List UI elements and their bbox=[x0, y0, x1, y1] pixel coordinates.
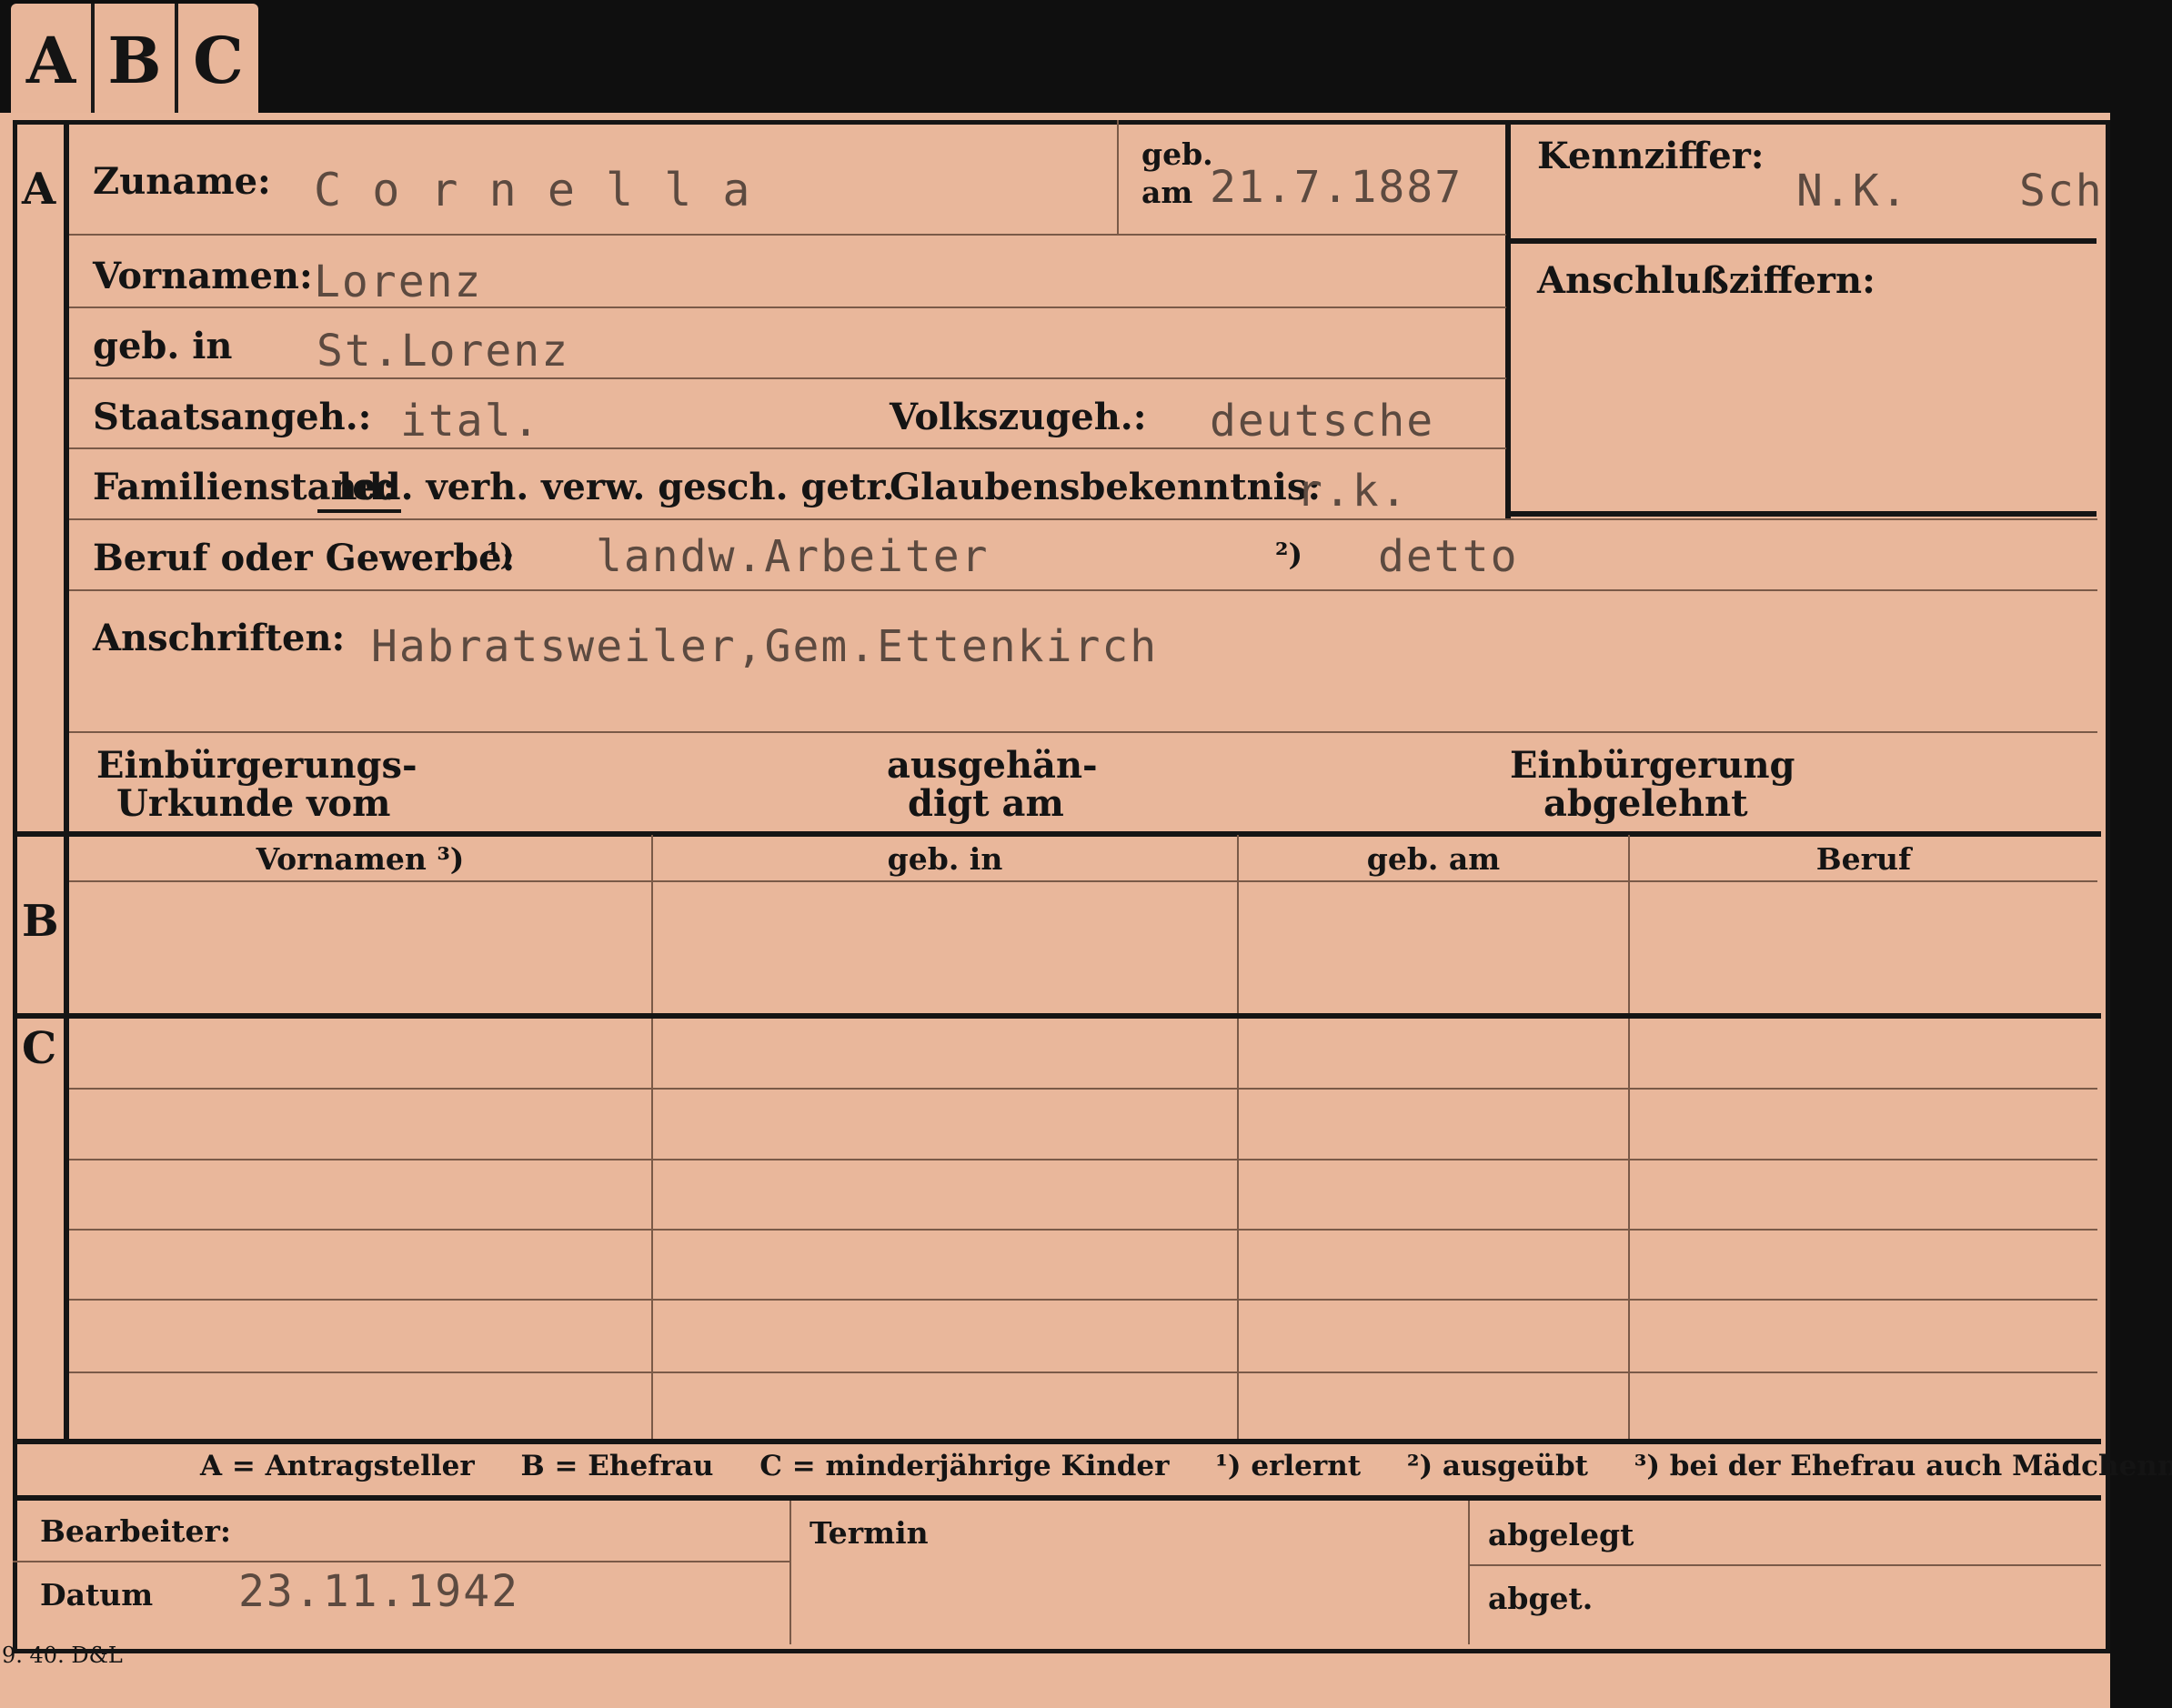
beruf-note-1: ¹) bbox=[487, 537, 515, 572]
zuname-label: Zuname: bbox=[93, 160, 271, 203]
anschriften-value: Habratsweiler,Gem.Ettenkirch bbox=[371, 621, 1159, 672]
row-line bbox=[69, 306, 1506, 308]
table-row bbox=[69, 1371, 2097, 1373]
tab-letter-a: A bbox=[11, 4, 95, 117]
footer-col-line bbox=[1468, 1501, 1470, 1644]
registration-card: A B C A B C Zuname: C o r n e l l a geb.… bbox=[0, 0, 2172, 1708]
geb-am-label-2: am bbox=[1141, 175, 1193, 210]
datum-value: 23.11.1942 bbox=[238, 1566, 519, 1617]
section-c-letter: C bbox=[22, 1023, 57, 1074]
geb-am-value: 21.7.1887 bbox=[1210, 162, 1463, 213]
table-header-geb-in: geb. in bbox=[887, 841, 1003, 877]
table-col-line bbox=[651, 835, 653, 1440]
glaubensbekenntnis-value: r.k. bbox=[1296, 466, 1409, 517]
section-c-border bbox=[13, 1013, 2101, 1019]
print-mark: 9. 40. D&L bbox=[2, 1643, 123, 1668]
abgelegt-label: abgelegt bbox=[1488, 1517, 1634, 1552]
zuname-value: C o r n e l l a bbox=[314, 164, 752, 216]
right-box-divider bbox=[1505, 238, 2097, 244]
table-header-vornamen: Vornamen ³) bbox=[256, 841, 465, 877]
table-col-line bbox=[1237, 835, 1239, 1440]
right-box-border bbox=[1505, 120, 1511, 520]
row-line bbox=[69, 447, 1506, 449]
termin-label: Termin bbox=[809, 1515, 929, 1551]
section-b-letter: B bbox=[22, 896, 59, 947]
table-row bbox=[69, 1229, 2097, 1231]
kennziffer-value-1: N.K. bbox=[1796, 166, 1909, 216]
familienstand-selection-underline bbox=[317, 509, 401, 513]
name-date-divider bbox=[1117, 120, 1119, 234]
index-tab: A B C bbox=[11, 4, 258, 117]
anschriften-label: Anschriften: bbox=[93, 617, 346, 659]
datum-label: Datum bbox=[40, 1577, 154, 1613]
staatsangeh-label: Staatsangeh.: bbox=[93, 396, 372, 438]
kennziffer-label: Kennziffer: bbox=[1537, 135, 1765, 177]
table-header-line bbox=[69, 880, 2097, 882]
geb-am-label-1: geb. bbox=[1141, 136, 1213, 172]
anschlussziffern-label: Anschlußziffern: bbox=[1537, 259, 1875, 302]
footer-row-line bbox=[1468, 1564, 2101, 1566]
kennziffer-value-2: Sch bbox=[2019, 166, 2104, 216]
legend-item: ¹) erlernt bbox=[1215, 1450, 1362, 1482]
table-row bbox=[69, 1088, 2097, 1090]
legend-item: ²) ausgeübt bbox=[1406, 1450, 1588, 1482]
vornamen-label: Vornamen: bbox=[93, 255, 313, 297]
row-line bbox=[69, 731, 2097, 733]
row-line bbox=[69, 234, 1506, 236]
table-header-beruf: Beruf bbox=[1815, 841, 1912, 877]
abgelehnt-label-2: abgelehnt bbox=[1544, 782, 1748, 825]
volkszugeh-label: Volkszugeh.: bbox=[890, 396, 1147, 438]
row-line bbox=[69, 377, 1506, 379]
tab-letter-c: C bbox=[193, 23, 244, 98]
row-line bbox=[69, 589, 2097, 591]
glaubensbekenntnis-label: Glaubensbekenntnis: bbox=[890, 466, 1322, 508]
right-box-bottom bbox=[1505, 511, 2097, 517]
section-a-letter: A bbox=[22, 164, 56, 215]
ausgehaendigt-label-2: digt am bbox=[908, 782, 1064, 825]
legend-item: B = Ehefrau bbox=[520, 1450, 714, 1482]
beruf-label: Beruf oder Gewerbe: bbox=[93, 537, 516, 579]
section-divider bbox=[64, 120, 69, 1439]
table-col-line bbox=[1628, 835, 1630, 1440]
einbuergerungs-label-1: Einbürgerungs- bbox=[96, 744, 417, 787]
beruf-ausgeuebt-value: detto bbox=[1378, 531, 1519, 582]
legend-top-border bbox=[13, 1439, 2101, 1444]
section-b-border bbox=[13, 831, 2101, 837]
footer-col-line bbox=[789, 1501, 791, 1644]
footer-row-line bbox=[13, 1561, 791, 1562]
table-row bbox=[69, 1159, 2097, 1160]
geb-in-value: St.Lorenz bbox=[317, 326, 570, 377]
familienstand-options: led. verh. verw. gesch. getr. bbox=[338, 466, 895, 508]
volkszugeh-value: deutsche bbox=[1210, 396, 1435, 447]
tab-letter-b: B bbox=[95, 4, 178, 117]
row-line bbox=[69, 518, 2097, 520]
abgelehnt-label-1: Einbürgerung bbox=[1510, 744, 1795, 787]
legend-item: A = Antragsteller bbox=[200, 1450, 475, 1482]
legend-bottom-border bbox=[13, 1495, 2101, 1501]
table-header-geb-am: geb. am bbox=[1366, 841, 1501, 877]
legend-item: ³) bei der Ehefrau auch Mädchenname bbox=[1634, 1450, 2172, 1482]
legend-item: C = minderjährige Kinder bbox=[759, 1450, 1170, 1482]
abget-label: abget. bbox=[1488, 1581, 1594, 1616]
bearbeiter-label: Bearbeiter: bbox=[40, 1513, 232, 1549]
staatsangeh-value: ital. bbox=[400, 396, 541, 447]
geb-in-label: geb. in bbox=[93, 325, 233, 367]
legend: A = Antragsteller B = Ehefrau C = minder… bbox=[200, 1450, 2172, 1482]
ausgehaendigt-label-1: ausgehän- bbox=[887, 744, 1098, 787]
einbuergerungs-label-2: Urkunde vom bbox=[116, 782, 391, 825]
beruf-erlernt-value: landw.Arbeiter bbox=[596, 531, 990, 582]
beruf-note-2: ²) bbox=[1275, 537, 1303, 572]
table-row bbox=[69, 1299, 2097, 1301]
vornamen-value: Lorenz bbox=[314, 256, 483, 307]
